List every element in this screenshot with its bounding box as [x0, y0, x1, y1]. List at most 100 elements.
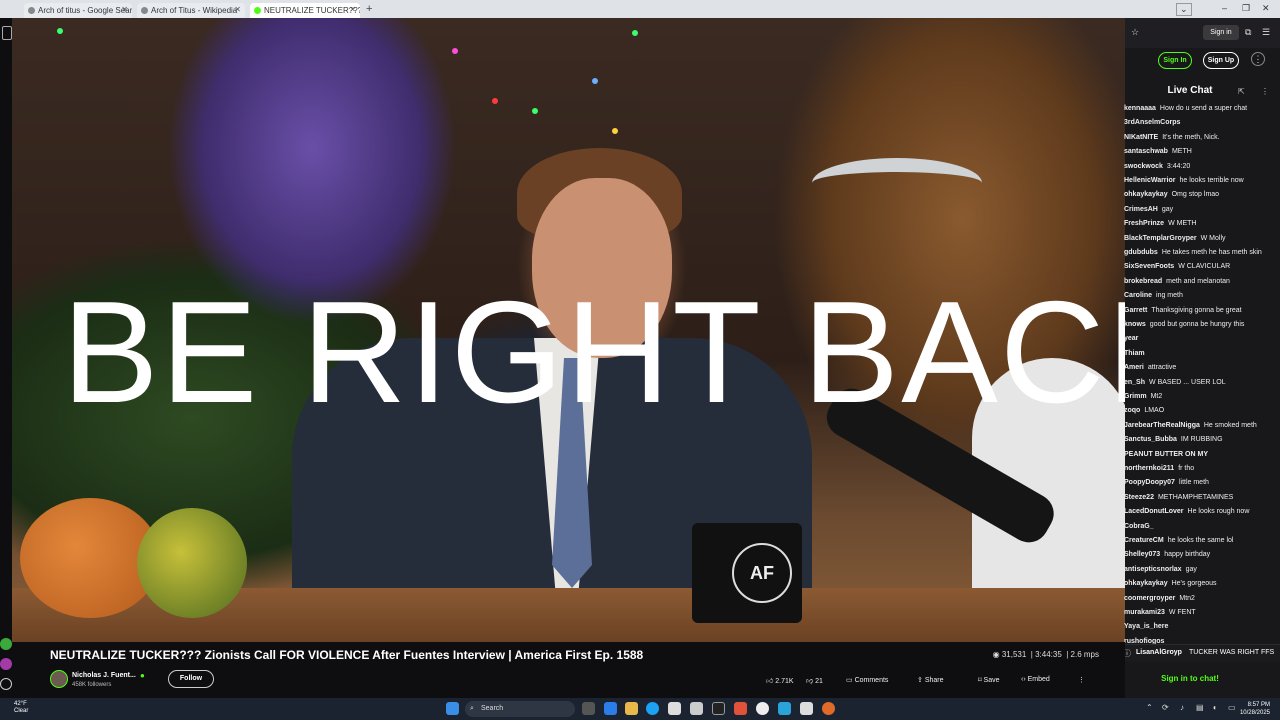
chat-username[interactable]: northernkoi211 [1124, 465, 1174, 472]
star-icon[interactable]: ☆ [1131, 27, 1139, 38]
chat-username[interactable]: year [1124, 335, 1138, 342]
battery-icon[interactable]: ▭ [1228, 703, 1236, 712]
chat-menu-icon[interactable]: ⋮ [1261, 87, 1269, 96]
chat-username[interactable]: Caroline [1124, 292, 1152, 299]
chat-username[interactable]: BlackTemplarGroyper [1124, 235, 1197, 242]
tab-google-search[interactable]: Arch of titus - Google Search ✕ [24, 3, 132, 18]
file-explorer-icon[interactable] [625, 702, 638, 715]
tab-search-icon[interactable]: ⌄ [1176, 3, 1192, 16]
share-button[interactable]: ⇪ Share [917, 676, 944, 684]
close-icon[interactable]: ✕ [349, 5, 356, 14]
sign-in-button[interactable]: Sign In [1158, 52, 1192, 69]
browser-signin-chip[interactable]: Sign in [1203, 25, 1239, 40]
task-view-icon[interactable] [582, 702, 595, 715]
close-icon[interactable]: ✕ [121, 5, 128, 14]
add-icon[interactable] [0, 678, 12, 690]
chat-username[interactable]: SixSevenFoots [1124, 263, 1174, 270]
extensions-icon[interactable]: ⧉ [1245, 27, 1251, 38]
app-icon[interactable] [690, 702, 703, 715]
embed-button[interactable]: ‹› Embed [1021, 676, 1050, 683]
chat-username[interactable]: swockwock [1124, 163, 1163, 170]
window-close-icon[interactable]: ✕ [1262, 3, 1270, 14]
chat-username[interactable]: CrimesAH [1124, 206, 1158, 213]
chat-signin-link[interactable]: Sign in to chat! [1125, 674, 1255, 683]
chat-username[interactable]: CreatureCM [1124, 537, 1164, 544]
edge-icon[interactable] [646, 702, 659, 715]
chat-username[interactable]: gdubdubs [1124, 249, 1158, 256]
chat-username[interactable]: PEANUT BUTTER ON MY [1124, 451, 1208, 458]
chrome-icon[interactable] [712, 702, 725, 715]
gourd [137, 508, 247, 618]
chat-username[interactable]: antisepticsnorlax [1124, 566, 1182, 573]
browser-menu-icon[interactable]: ☰ [1262, 27, 1270, 38]
chat-message: coomergroyper Mtn2 [1124, 594, 1274, 604]
follow-button[interactable]: Follow [168, 670, 214, 688]
channel-icon[interactable] [0, 638, 12, 650]
tab-stream[interactable]: NEUTRALIZE TUCKER??? Z... PICTURE-IN-PIC… [250, 3, 360, 18]
channel-icon[interactable] [0, 658, 12, 670]
more-icon[interactable]: ⋮ [1251, 52, 1265, 66]
chat-title: Live Chat [1167, 85, 1213, 96]
menu-icon[interactable] [2, 26, 12, 40]
chat-username[interactable]: murakami23 [1124, 609, 1165, 616]
chat-username[interactable]: en_Sh [1124, 379, 1145, 386]
widgets-icon[interactable] [604, 702, 617, 715]
sync-icon[interactable]: ⟳ [1162, 703, 1169, 712]
taskbar-search[interactable]: ⌕ Search [465, 701, 575, 717]
network-icon[interactable]: ▤ [1196, 703, 1204, 712]
chat-username[interactable]: HellenicWarrior [1124, 177, 1175, 184]
new-tab-button[interactable]: + [366, 3, 372, 15]
chat-username[interactable]: JarebearTheRealNigga [1124, 422, 1200, 429]
chat-username[interactable]: CobraG_ [1124, 523, 1154, 530]
chat-username[interactable]: santaschwab [1124, 148, 1168, 155]
chat-username[interactable]: 3rdAnselmCorps [1124, 119, 1180, 126]
chat-username[interactable]: Grimm [1124, 393, 1147, 400]
tray-chevron-icon[interactable]: ⌃ [1146, 703, 1153, 712]
app-icon[interactable] [800, 702, 813, 715]
firefox-icon[interactable] [822, 702, 835, 715]
app-icon[interactable] [756, 702, 769, 715]
mic-icon[interactable]: ♪ [1180, 703, 1184, 712]
comments-button[interactable]: ▭ Comments [846, 676, 888, 684]
chat-username[interactable]: zoqo [1124, 407, 1140, 414]
code-icon: ‹› [1021, 676, 1028, 683]
chat-username[interactable]: kennaaaa [1124, 105, 1156, 112]
chat-username[interactable]: ohkaykaykay [1124, 580, 1168, 587]
minimize-icon[interactable]: – [1222, 3, 1227, 13]
channel-name[interactable]: Nicholas J. Fuent... [72, 672, 136, 679]
more-options-icon[interactable]: ⋮ [1078, 676, 1085, 684]
chat-username[interactable]: NIKatNITE [1124, 134, 1158, 141]
taskbar-clock[interactable]: 8:57 PM 10/28/2025 [1240, 701, 1270, 717]
avatar[interactable] [50, 670, 68, 688]
video-player[interactable]: AF BE RIGHT BACK [12, 18, 1125, 642]
store-icon[interactable] [668, 702, 681, 715]
chat-username[interactable]: Ameri [1124, 364, 1144, 371]
windows-start-icon[interactable] [446, 702, 459, 715]
popout-icon[interactable]: ⇱ [1238, 87, 1245, 96]
chat-username[interactable]: Steeze22 [1124, 494, 1154, 501]
telegram-icon[interactable] [778, 702, 791, 715]
chat-username[interactable]: FreshPrinze [1124, 220, 1164, 227]
weather-widget[interactable]: 42°F Clear [14, 701, 28, 715]
chat-username[interactable]: brokebread [1124, 278, 1162, 285]
chat-username[interactable]: coomergroyper [1124, 595, 1175, 602]
restore-icon[interactable]: ❐ [1242, 3, 1250, 14]
chat-username[interactable]: knows [1124, 321, 1146, 328]
chat-message: SixSevenFoots W CLAVICULAR [1124, 262, 1274, 272]
chat-username[interactable]: Shelley073 [1124, 551, 1160, 558]
chat-username[interactable]: ohkaykaykay [1124, 191, 1168, 198]
chat-username[interactable]: Yaya_is_here [1124, 623, 1168, 630]
tab-wikipedia[interactable]: Arch of Titus - Wikipedia ✕ [137, 3, 245, 18]
save-button[interactable]: ⌑ Save [978, 676, 1000, 684]
chat-username[interactable]: Garrett [1124, 307, 1147, 314]
chat-username[interactable]: Sanctus_Bubba [1124, 436, 1177, 443]
volume-icon[interactable]: ◖ [1212, 703, 1217, 712]
dislike-button[interactable]: 👎︎ 21 [806, 676, 823, 685]
chat-username[interactable]: LacedDonutLover [1124, 508, 1184, 515]
chat-username[interactable]: PoopyDoopy07 [1124, 479, 1175, 486]
close-icon[interactable]: ✕ [234, 5, 241, 14]
like-button[interactable]: 👍︎ 2.71K [766, 676, 794, 685]
chat-username[interactable]: Thiam [1124, 350, 1145, 357]
brave-icon[interactable] [734, 702, 747, 715]
sign-up-button[interactable]: Sign Up [1203, 52, 1239, 69]
